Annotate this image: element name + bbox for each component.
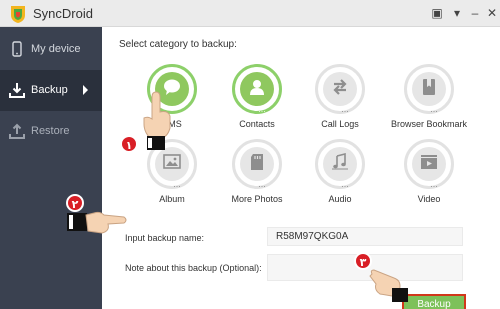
upload-icon — [9, 123, 25, 139]
category-video[interactable]: ... Video — [384, 139, 474, 209]
chevron-right-icon — [83, 85, 88, 95]
category-toggle[interactable]: ... — [315, 139, 365, 189]
step-badge-2: ٢ — [66, 194, 84, 212]
video-icon — [421, 155, 437, 169]
phone-icon — [12, 41, 22, 57]
backup-button[interactable]: Backup — [402, 294, 466, 309]
category-toggle[interactable]: ... — [404, 139, 454, 189]
page-heading: Select category to backup: — [119, 39, 237, 50]
more-dots: ... — [173, 179, 181, 189]
category-more-photos[interactable]: ... More Photos — [212, 139, 302, 209]
backup-name-label: Input backup name: — [125, 233, 205, 243]
step-badge-1: ١ — [120, 135, 138, 153]
sidebar-item-label: Restore — [31, 125, 70, 137]
sidebar-item-label: My device — [31, 43, 81, 55]
sidebar: My device Backup Restore — [0, 27, 102, 309]
sidebar-item-restore[interactable]: Restore — [0, 111, 102, 152]
image-icon — [163, 154, 181, 169]
category-call-logs[interactable]: ... Call Logs — [295, 64, 385, 134]
category-label: Contacts — [239, 119, 275, 129]
bookmark-icon — [423, 79, 435, 95]
sidebar-item-backup[interactable]: Backup — [0, 70, 102, 111]
more-dots: ... — [341, 104, 349, 114]
category-toggle[interactable]: ... — [404, 64, 454, 114]
category-toggle[interactable]: ... — [315, 64, 365, 114]
pointing-hand-icon — [369, 269, 408, 302]
more-dots: ... — [258, 179, 266, 189]
dropdown-menu-icon[interactable]: ▾ — [450, 6, 464, 20]
settings-icon[interactable]: ▣ — [430, 6, 444, 20]
category-toggle[interactable]: ... — [232, 139, 282, 189]
category-label: Album — [159, 194, 185, 204]
more-dots: ... — [430, 179, 438, 189]
minimize-button[interactable]: – — [468, 6, 482, 20]
sidebar-item-my-device[interactable]: My device — [0, 29, 102, 70]
close-button[interactable]: ✕ — [485, 6, 499, 20]
title-bar: SyncDroid ▣ ▾ – ✕ — [0, 0, 500, 27]
category-label: More Photos — [231, 194, 283, 204]
category-label: Audio — [328, 194, 352, 204]
more-dots: ... — [430, 104, 438, 114]
step-badge-3: ٣ — [354, 252, 372, 270]
person-icon — [250, 80, 264, 95]
backup-name-input[interactable] — [267, 227, 463, 246]
pointing-hand-icon — [143, 91, 171, 150]
category-audio[interactable]: ... Audio — [295, 139, 385, 209]
note-label: Note about this backup (Optional): — [125, 263, 262, 273]
sidebar-item-label: Backup — [31, 84, 68, 96]
arrows-icon — [333, 79, 347, 95]
app-logo-icon — [11, 6, 25, 23]
category-label: Video — [417, 194, 441, 204]
category-contacts[interactable]: ... Contacts — [212, 64, 302, 134]
download-icon — [9, 83, 25, 98]
main-panel: Select category to backup: SMS ... Conta… — [102, 27, 500, 309]
category-toggle[interactable]: ... — [232, 64, 282, 114]
music-icon — [332, 153, 348, 170]
sd-card-icon — [251, 154, 263, 170]
app-title: SyncDroid — [33, 6, 93, 21]
more-dots: ... — [341, 179, 349, 189]
category-label: Call Logs — [321, 119, 359, 129]
category-label: Browser Bookmark — [390, 119, 468, 129]
more-dots: ... — [258, 104, 266, 114]
category-browser-bookmark[interactable]: ... Browser Bookmark — [384, 64, 474, 134]
